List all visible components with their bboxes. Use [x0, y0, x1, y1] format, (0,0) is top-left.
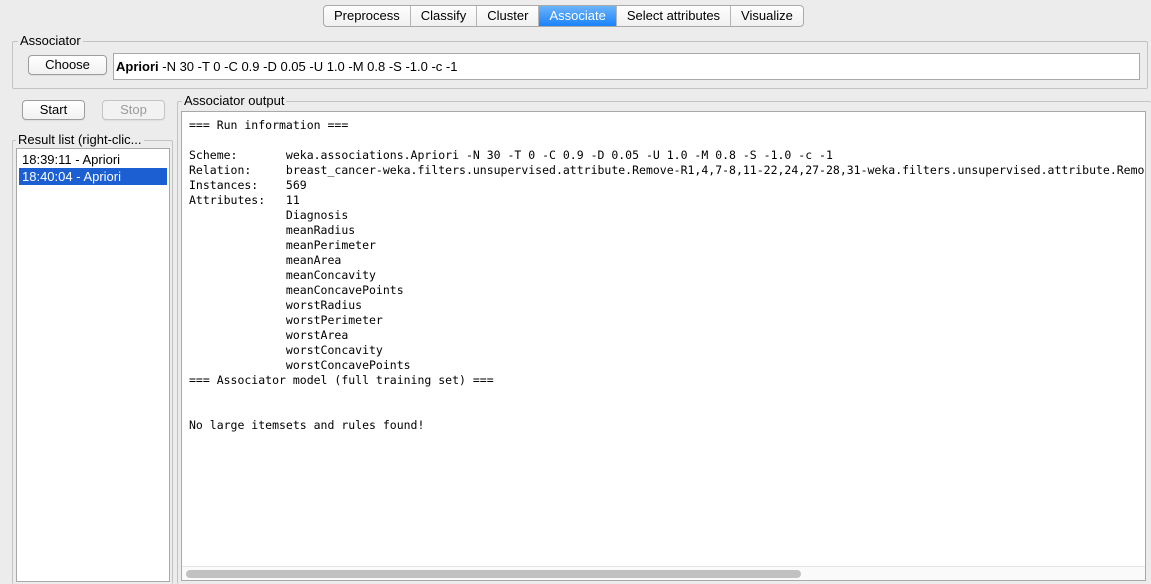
tab-preprocess[interactable]: Preprocess	[324, 6, 411, 26]
output-text-area[interactable]: === Run information === Scheme: weka.ass…	[181, 111, 1146, 581]
result-list[interactable]: 18:39:11 - Apriori 18:40:04 - Apriori	[16, 148, 170, 582]
start-button[interactable]: Start	[22, 100, 85, 120]
stop-button[interactable]: Stop	[102, 100, 165, 120]
scheme-options: -N 30 -T 0 -C 0.9 -D 0.05 -U 1.0 -M 0.8 …	[158, 59, 458, 74]
scheme-name: Apriori	[116, 59, 159, 74]
tab-bar: Preprocess Classify Cluster Associate Se…	[323, 5, 804, 27]
scrollbar-thumb[interactable]	[186, 570, 801, 578]
tab-visualize[interactable]: Visualize	[731, 6, 803, 26]
associator-output-legend: Associator output	[182, 93, 287, 109]
associator-legend: Associator	[18, 33, 83, 49]
result-item[interactable]: 18:39:11 - Apriori	[19, 151, 167, 168]
result-item-selected[interactable]: 18:40:04 - Apriori	[19, 168, 167, 185]
output-text: === Run information === Scheme: weka.ass…	[189, 118, 1146, 432]
tab-select-attributes[interactable]: Select attributes	[617, 6, 732, 26]
scheme-field[interactable]: Apriori -N 30 -T 0 -C 0.9 -D 0.05 -U 1.0…	[113, 53, 1140, 80]
tab-classify[interactable]: Classify	[411, 6, 478, 26]
choose-button[interactable]: Choose	[28, 55, 107, 75]
horizontal-scrollbar[interactable]	[182, 566, 1145, 580]
tab-associate[interactable]: Associate	[539, 6, 617, 26]
result-list-legend: Result list (right-clic...	[16, 132, 144, 148]
tab-cluster[interactable]: Cluster	[477, 6, 540, 26]
